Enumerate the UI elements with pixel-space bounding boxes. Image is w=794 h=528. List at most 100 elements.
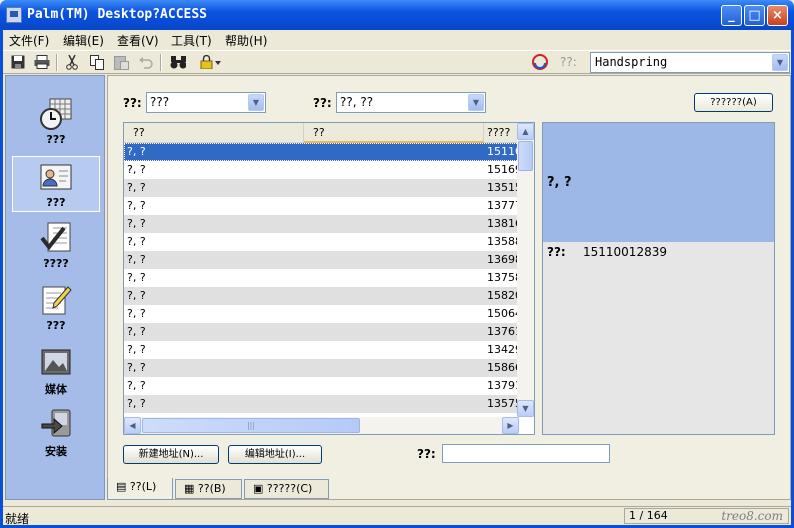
tab-business-card[interactable]: ▦ ??(B)	[175, 479, 242, 499]
launcher-item-label: ????	[43, 257, 69, 270]
look-up-input[interactable]	[442, 444, 610, 463]
table-row[interactable]: ?, ? 1381661	[124, 215, 534, 233]
detail-phone-value: 15110012839	[583, 245, 667, 259]
scroll-down-icon[interactable]: ▼	[517, 400, 534, 417]
edit-address-button[interactable]: 编辑地址(I)...	[228, 445, 322, 464]
table-row[interactable]: ?, ? 1369898	[124, 251, 534, 269]
table-row[interactable]: ?, ? 1342951	[124, 341, 534, 359]
chevron-down-icon[interactable]: ▼	[248, 94, 264, 111]
new-address-button[interactable]: 新建地址(N)...	[123, 445, 219, 464]
launcher-item-install[interactable]: 安装	[12, 404, 100, 460]
lookup-button[interactable]: ??????(A)	[694, 93, 773, 112]
scroll-right-icon[interactable]: ▶	[502, 417, 519, 434]
watermark: treo8.com	[721, 509, 783, 523]
title-bar[interactable]: Palm(TM) Desktop?ACCESS _ □ ×	[0, 0, 794, 30]
todo-checklist-icon	[40, 222, 72, 254]
table-row[interactable]: ?, ? 1358850	[124, 233, 534, 251]
table-row[interactable]: ?, ? 1506420	[124, 305, 534, 323]
media-photo-icon	[40, 346, 72, 378]
row-name: ?, ?	[127, 199, 146, 212]
address-card-icon	[40, 161, 72, 193]
tab-list[interactable]: ▤ ??(L)	[107, 478, 173, 500]
window-title: Palm(TM) Desktop?ACCESS	[27, 7, 208, 22]
table-row[interactable]: ?, ? 1586654	[124, 359, 534, 377]
row-name: ?, ?	[127, 271, 146, 284]
menu-edit[interactable]: 编辑(E)	[63, 32, 104, 49]
row-name: ?, ?	[127, 361, 146, 374]
launcher-item-label: 安装	[45, 445, 67, 458]
minimize-button[interactable]: _	[721, 5, 742, 26]
list-by-select[interactable]: ??, ?? ▼	[336, 92, 486, 113]
vertical-scrollbar[interactable]: ▲ ▼	[517, 123, 534, 417]
launch-bar: ????????????? 媒体安装	[5, 75, 105, 500]
close-button[interactable]: ×	[767, 5, 788, 26]
table-row[interactable]: ?, ? 1511001	[124, 143, 534, 161]
category-select[interactable]: ??? ▼	[146, 92, 266, 113]
menu-help[interactable]: 帮助(H)	[225, 32, 267, 49]
scroll-up-icon[interactable]: ▲	[517, 123, 534, 140]
user-select[interactable]: Handspring ▼	[590, 52, 790, 73]
view-tabs: ▤ ??(L) ▦ ??(B) ▣ ?????(C)	[107, 478, 791, 502]
security-lock-icon[interactable]	[200, 54, 222, 70]
find-binoculars-icon[interactable]	[170, 54, 186, 70]
launcher-item-memo-pencil[interactable]: ???	[12, 280, 100, 336]
chevron-down-icon[interactable]: ▼	[772, 54, 788, 71]
launcher-item-label: 媒体	[45, 383, 67, 396]
launcher-item-calendar-clock[interactable]: ???	[12, 94, 100, 150]
table-row[interactable]: ?, ? 1379180	[124, 377, 534, 395]
client-area: 文件(F) 编辑(E) 查看(V) 工具(T) 帮助(H) ??: Handsp…	[3, 30, 791, 526]
vertical-scroll-thumb[interactable]	[518, 141, 533, 171]
card-icon: ▦	[184, 482, 198, 495]
tab-photo-label: ?????(C)	[266, 482, 313, 495]
chevron-down-icon[interactable]: ▼	[468, 94, 484, 111]
print-icon[interactable]	[34, 54, 50, 70]
row-name: ?, ?	[127, 307, 146, 320]
row-name: ?, ?	[127, 145, 146, 158]
launcher-item-label: ???	[46, 196, 66, 209]
launcher-item-todo-checklist[interactable]: ????	[12, 218, 100, 274]
list-by-label: ??:	[313, 96, 332, 110]
app-window: Palm(TM) Desktop?ACCESS _ □ × 文件(F) 编辑(E…	[0, 0, 794, 528]
category-value: ???	[150, 95, 170, 109]
list-header: ?? ?? ????	[124, 123, 519, 143]
detail-header: ?, ?	[543, 123, 774, 242]
copy-icon[interactable]	[89, 54, 105, 70]
tab-photo[interactable]: ▣ ?????(C)	[244, 479, 329, 499]
column-header-company[interactable]: ??	[304, 123, 484, 143]
row-name: ?, ?	[127, 235, 146, 248]
status-bar: 就绪 1 / 164 treo8.com	[3, 506, 791, 526]
table-row[interactable]: ?, ? 1351509	[124, 179, 534, 197]
row-name: ?, ?	[127, 343, 146, 356]
table-row[interactable]: ?, ? 1582012	[124, 287, 534, 305]
launcher-item-label: ???	[46, 319, 66, 332]
launcher-item-media-photo[interactable]: 媒体	[12, 342, 100, 398]
category-label: ??:	[123, 96, 142, 110]
scroll-left-icon[interactable]: ◀	[124, 417, 141, 434]
horizontal-scrollbar[interactable]: ◀ ||| ▶	[124, 417, 519, 434]
cut-icon[interactable]	[64, 54, 80, 70]
maximize-button[interactable]: □	[744, 5, 765, 26]
row-name: ?, ?	[127, 181, 146, 194]
menu-file[interactable]: 文件(F)	[9, 32, 49, 49]
address-list[interactable]: ?? ?? ???? ?, ? 1511001?, ? 1516910?, ? 135…	[123, 122, 535, 435]
table-row[interactable]: ?, ? 1377732	[124, 197, 534, 215]
tab-list-label: ??(L)	[129, 480, 157, 493]
app-icon	[6, 7, 22, 23]
menu-bar: 文件(F) 编辑(E) 查看(V) 工具(T) 帮助(H)	[3, 30, 791, 50]
save-icon[interactable]	[10, 54, 26, 70]
calendar-clock-icon	[40, 98, 72, 130]
table-row[interactable]: ?, ? 1375800	[124, 269, 534, 287]
row-name: ?, ?	[127, 397, 146, 410]
column-header-phone[interactable]: ????	[484, 123, 519, 143]
horizontal-scroll-thumb[interactable]: |||	[142, 418, 360, 433]
menu-view[interactable]: 查看(V)	[117, 32, 159, 49]
table-row[interactable]: ?, ? 1516910	[124, 161, 534, 179]
hotsync-icon[interactable]	[532, 54, 548, 70]
column-header-name[interactable]: ??	[124, 123, 304, 143]
launcher-item-address-card[interactable]: ???	[12, 156, 100, 212]
table-row[interactable]: ?, ? 1376155	[124, 323, 534, 341]
install-icon	[40, 408, 72, 440]
table-row[interactable]: ?, ? 1357540	[124, 395, 534, 413]
look-up-label: ??:	[417, 447, 436, 461]
menu-tools[interactable]: 工具(T)	[171, 32, 212, 49]
